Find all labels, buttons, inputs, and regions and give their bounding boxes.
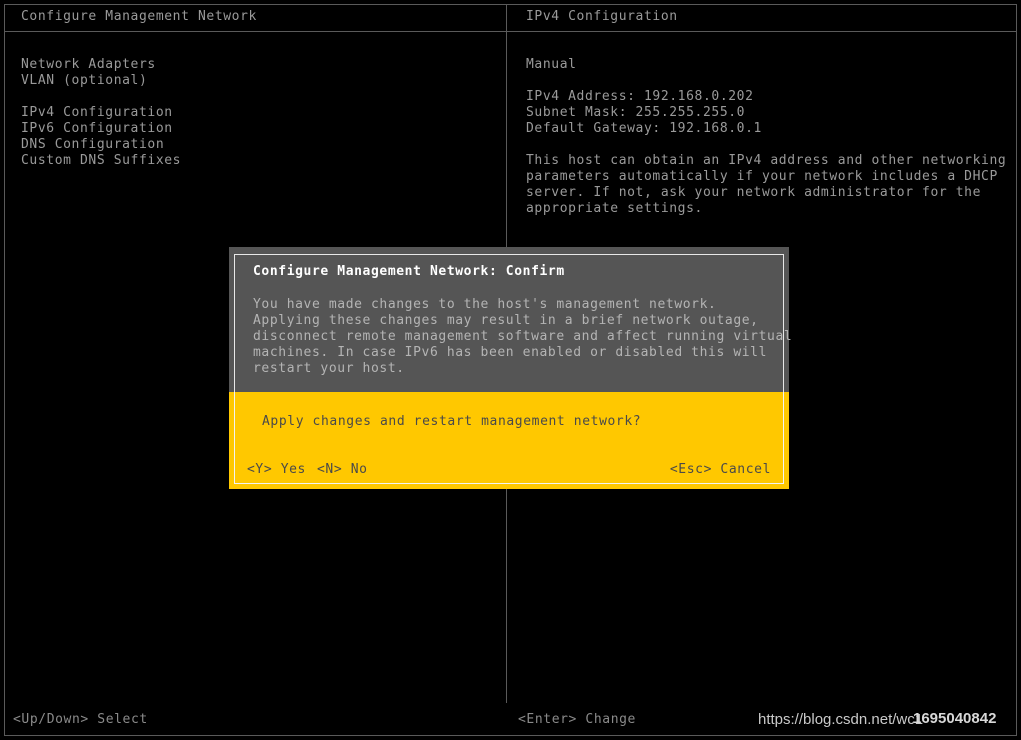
- menu-item-network-adapters[interactable]: Network Adapters: [21, 57, 441, 73]
- left-panel-title: Configure Management Network: [21, 9, 257, 24]
- confirm-dialog-title: Configure Management Network: Confirm: [253, 264, 565, 279]
- footer-hint-change: <Enter> Change: [518, 712, 636, 727]
- ipv4-configuration-details: Manual IPv4 Address: 192.168.0.202 Subne…: [526, 57, 1006, 217]
- menu-item-vlan[interactable]: VLAN (optional): [21, 73, 441, 89]
- default-gateway-row: Default Gateway: 192.168.0.1: [526, 121, 762, 136]
- watermark-id: 1695040842: [913, 710, 997, 727]
- menu-item-ipv6-configuration[interactable]: IPv6 Configuration: [21, 121, 441, 137]
- right-panel-title: IPv4 Configuration: [526, 9, 678, 24]
- watermark-url: https://blog.csdn.net/wc1: [758, 711, 924, 728]
- confirm-dialog: Configure Management Network: Confirm Yo…: [229, 247, 793, 489]
- ipv4-description-line-4: appropriate settings.: [526, 201, 703, 216]
- ipv4-address-row: IPv4 Address: 192.168.0.202: [526, 89, 754, 104]
- subnet-mask-row: Subnet Mask: 255.255.255.0: [526, 105, 746, 120]
- confirm-cancel-button[interactable]: <Esc> Cancel: [670, 462, 771, 478]
- confirm-body-line-1: You have made changes to the host's mana…: [253, 297, 717, 312]
- confirm-dialog-message-panel: Configure Management Network: Confirm Yo…: [229, 247, 793, 392]
- confirm-no-button[interactable]: <N> No: [317, 462, 368, 478]
- dcui-screen: Configure Management Network IPv4 Config…: [0, 0, 1021, 740]
- menu-spacer: [21, 89, 441, 105]
- confirm-dialog-action-panel: Apply changes and restart management net…: [229, 392, 789, 489]
- detail-spacer: [526, 73, 1006, 89]
- title-separator-rule: [5, 31, 1016, 32]
- ipv4-description-line-1: This host can obtain an IPv4 address and…: [526, 153, 1007, 168]
- confirm-body-line-3: disconnect remote management software an…: [253, 329, 793, 344]
- confirm-body-line-4: machines. In case IPv6 has been enabled …: [253, 345, 768, 360]
- confirm-dialog-question: Apply changes and restart management net…: [262, 414, 642, 429]
- confirm-dialog-body: You have made changes to the host's mana…: [253, 297, 793, 377]
- menu-item-dns-configuration[interactable]: DNS Configuration: [21, 137, 441, 153]
- ipv4-description-line-2: parameters automatically if your network…: [526, 169, 998, 184]
- detail-spacer-2: [526, 137, 1006, 153]
- confirm-yes-button[interactable]: <Y> Yes: [247, 462, 306, 478]
- confirm-body-line-2: Applying these changes may result in a b…: [253, 313, 759, 328]
- menu-item-custom-dns-suffixes[interactable]: Custom DNS Suffixes: [21, 153, 441, 169]
- ipv4-mode-value: Manual: [526, 57, 577, 72]
- confirm-body-line-5: restart your host.: [253, 361, 405, 376]
- menu-item-ipv4-configuration[interactable]: IPv4 Configuration: [21, 105, 441, 121]
- ipv4-description-line-3: server. If not, ask your network adminis…: [526, 185, 982, 200]
- configure-management-network-menu: Network Adapters VLAN (optional) IPv4 Co…: [21, 57, 441, 169]
- footer-hint-select: <Up/Down> Select: [13, 712, 148, 727]
